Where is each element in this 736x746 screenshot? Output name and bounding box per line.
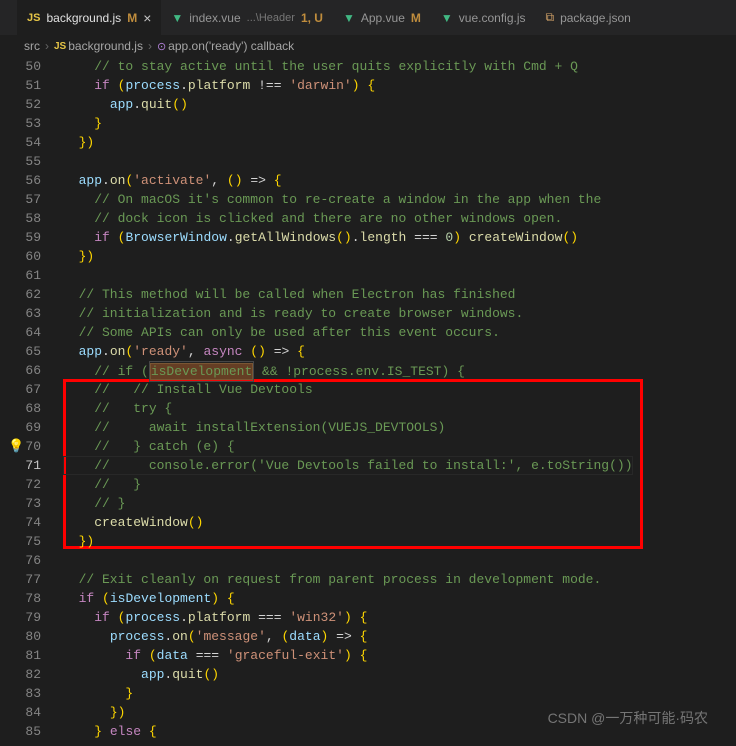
code-line[interactable]: // dock icon is clicked and there are no…: [63, 209, 633, 228]
breadcrumb-part[interactable]: app.on('ready') callback: [168, 39, 294, 53]
code-line[interactable]: if (process.platform === 'win32') {: [63, 608, 633, 627]
tab-background-js[interactable]: JS background.js M ×: [17, 0, 161, 35]
code-line[interactable]: if (isDevelopment) {: [63, 589, 633, 608]
code-line[interactable]: // // Install Vue Devtools: [63, 380, 633, 399]
chevron-right-icon: ›: [42, 39, 52, 53]
code-line[interactable]: app.quit(): [63, 665, 633, 684]
vue-icon: ▼: [171, 11, 183, 25]
code-line[interactable]: // }: [63, 475, 633, 494]
tabs-bar: JS background.js M × ▼ index.vue ...\Hea…: [0, 0, 736, 35]
gutter: 5051525354555657585960616263646566676869…: [0, 57, 63, 741]
code-line[interactable]: if (data === 'graceful-exit') {: [63, 646, 633, 665]
tab-label: package.json: [560, 11, 631, 25]
tab-label: vue.config.js: [459, 11, 526, 25]
code-line[interactable]: app.on('ready', async () => {: [63, 342, 633, 361]
code-line[interactable]: }: [63, 684, 633, 703]
tab-label: index.vue: [189, 11, 240, 25]
code-line[interactable]: // try {: [63, 399, 633, 418]
code-line[interactable]: // initialization and is ready to create…: [63, 304, 633, 323]
watermark: CSDN @一万种可能·码农: [548, 708, 708, 728]
breadcrumb[interactable]: src › JS background.js › ⊙ app.on('ready…: [0, 35, 736, 57]
code-line[interactable]: createWindow(): [63, 513, 633, 532]
code-line[interactable]: if (process.platform !== 'darwin') {: [63, 76, 633, 95]
code-line[interactable]: }): [63, 532, 633, 551]
code-line[interactable]: // to stay active until the user quits e…: [63, 57, 633, 76]
code-line[interactable]: // This method will be called when Elect…: [63, 285, 633, 304]
code-line[interactable]: app.quit(): [63, 95, 633, 114]
code-line[interactable]: }): [63, 133, 633, 152]
code-line[interactable]: }): [63, 247, 633, 266]
tab-vue-config[interactable]: ▼ vue.config.js: [431, 0, 536, 35]
code-line[interactable]: [63, 266, 633, 285]
code-line[interactable]: process.on('message', (data) => {: [63, 627, 633, 646]
lightbulb-icon[interactable]: 💡: [8, 437, 24, 456]
code-line[interactable]: // console.error('Vue Devtools failed to…: [63, 456, 633, 475]
code-line[interactable]: // Some APIs can only be used after this…: [63, 323, 633, 342]
tab-label: background.js: [46, 11, 121, 25]
code-line[interactable]: if (BrowserWindow.getAllWindows().length…: [63, 228, 633, 247]
callback-icon: ⊙: [157, 40, 166, 53]
code-line[interactable]: // On macOS it's common to re-create a w…: [63, 190, 633, 209]
code-line[interactable]: // if (isDevelopment && !process.env.IS_…: [63, 361, 633, 380]
tab-index-vue[interactable]: ▼ index.vue ...\Header 1, U: [161, 0, 333, 35]
js-icon: JS: [27, 12, 40, 24]
modified-badge: M: [127, 11, 137, 25]
code-line[interactable]: app.on('activate', () => {: [63, 171, 633, 190]
breadcrumb-part[interactable]: src: [24, 39, 40, 53]
vue-icon: ▼: [441, 11, 453, 25]
tab-label: App.vue: [361, 11, 405, 25]
tab-package-json[interactable]: ⧉ package.json: [536, 0, 641, 35]
code-line[interactable]: }: [63, 114, 633, 133]
code-line[interactable]: [63, 551, 633, 570]
tab-app-vue[interactable]: ▼ App.vue M: [333, 0, 431, 35]
code-line[interactable]: [63, 152, 633, 171]
modified-badge: M: [411, 11, 421, 25]
editor[interactable]: 5051525354555657585960616263646566676869…: [0, 57, 736, 741]
breadcrumb-part[interactable]: background.js: [68, 39, 143, 53]
code-line[interactable]: // Exit cleanly on request from parent p…: [63, 570, 633, 589]
tab-badge: 1, U: [301, 11, 323, 25]
chevron-right-icon: ›: [145, 39, 155, 53]
js-icon: JS: [54, 41, 66, 52]
code-line[interactable]: // }: [63, 494, 633, 513]
close-icon[interactable]: ×: [143, 10, 151, 26]
code-area[interactable]: // to stay active until the user quits e…: [63, 57, 633, 741]
tab-subpath: ...\Header: [247, 12, 295, 24]
vue-icon: ▼: [343, 11, 355, 25]
code-line[interactable]: 💡 // } catch (e) {: [63, 437, 633, 456]
code-line[interactable]: // await installExtension(VUEJS_DEVTOOLS…: [63, 418, 633, 437]
json-icon: ⧉: [546, 10, 555, 25]
